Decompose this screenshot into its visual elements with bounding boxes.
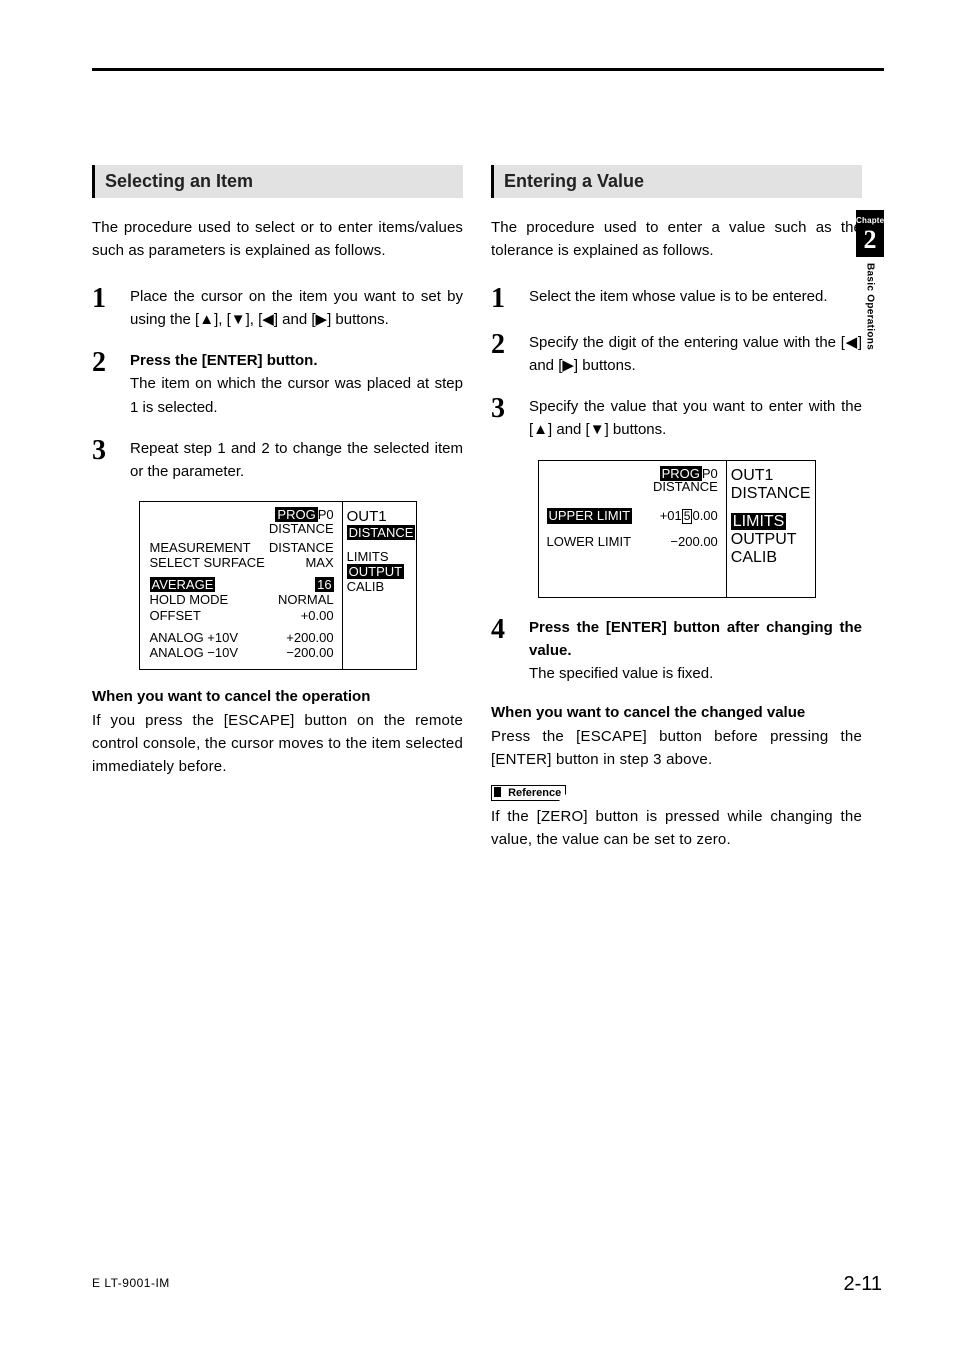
lower-limit-label: LOWER LIMIT bbox=[547, 534, 632, 549]
side-limits: LIMITS bbox=[731, 513, 787, 530]
chapter-title: Basic Operations bbox=[865, 263, 876, 350]
section-title-selecting: Selecting an Item bbox=[92, 165, 463, 198]
step-number: 2 bbox=[491, 331, 519, 359]
right-cancel-body: Press the [ESCAPE] button before pressin… bbox=[491, 725, 862, 772]
figure-menu-screen: PROGP0 DISTANCE MEASUREMENTDISTANCE SELE… bbox=[139, 501, 417, 669]
left-column: Selecting an Item The procedure used to … bbox=[92, 165, 463, 852]
left-step-2: 2 Press the [ENTER] button. The item on … bbox=[92, 349, 463, 419]
right-cancel-head: When you want to cancel the changed valu… bbox=[491, 704, 862, 721]
left-step-1: 1 Place the cursor on the item you want … bbox=[92, 285, 463, 332]
step-text: Place the cursor on the item you want to… bbox=[130, 285, 463, 332]
side-limits: LIMITS bbox=[347, 550, 421, 565]
side-output: OUTPUT bbox=[731, 531, 811, 549]
step-number: 1 bbox=[491, 285, 519, 313]
cursor-average: AVERAGE bbox=[150, 577, 216, 592]
step-text: Specify the value that you want to enter… bbox=[529, 395, 862, 442]
left-intro: The procedure used to select or to enter… bbox=[92, 216, 463, 263]
side-calib: CALIB bbox=[731, 549, 811, 567]
prog-mode: DISTANCE bbox=[653, 479, 718, 494]
figure-value-screen: PROGP0 DISTANCE UPPER LIMIT +0150.00 LOW… bbox=[538, 460, 816, 598]
upper-limit-label: UPPER LIMIT bbox=[547, 508, 633, 524]
right-column: Entering a Value The procedure used to e… bbox=[491, 165, 862, 852]
upper-limit-value: +0150.00 bbox=[660, 508, 718, 524]
step-text: Specify the digit of the entering value … bbox=[529, 331, 862, 378]
left-cancel-body: If you press the [ESCAPE] button on the … bbox=[92, 709, 463, 779]
reference-body: If the [ZERO] button is pressed while ch… bbox=[491, 805, 862, 852]
left-cancel-head: When you want to cancel the operation bbox=[92, 688, 463, 705]
footer-doc-id: E LT-9001-IM bbox=[92, 1276, 170, 1290]
side-distance: DISTANCE bbox=[731, 485, 811, 503]
cursor-average-val: 16 bbox=[315, 577, 333, 592]
step-number: 3 bbox=[92, 437, 120, 465]
left-step-3: 3 Repeat step 1 and 2 to change the sele… bbox=[92, 437, 463, 484]
side-distance: DISTANCE bbox=[347, 525, 416, 540]
prog-mode: DISTANCE bbox=[269, 521, 334, 536]
step-number: 4 bbox=[491, 616, 519, 644]
step-text: Select the item whose value is to be ent… bbox=[529, 285, 862, 308]
top-rule bbox=[92, 68, 884, 71]
right-intro: The procedure used to enter a value such… bbox=[491, 216, 862, 263]
step-number: 1 bbox=[92, 285, 120, 313]
side-out1: OUT1 bbox=[731, 467, 811, 485]
lower-limit-value: −200.00 bbox=[670, 534, 717, 549]
section-title-entering: Entering a Value bbox=[491, 165, 862, 198]
step-text: Press the [ENTER] button. The item on wh… bbox=[130, 349, 463, 419]
right-step-2: 2 Specify the digit of the entering valu… bbox=[491, 331, 862, 378]
right-step-1: 1 Select the item whose value is to be e… bbox=[491, 285, 862, 313]
editing-digit: 5 bbox=[682, 509, 693, 524]
step-number: 2 bbox=[92, 349, 120, 377]
side-output: OUTPUT bbox=[347, 564, 404, 579]
right-step-3: 3 Specify the value that you want to ent… bbox=[491, 395, 862, 442]
reference-badge: Reference bbox=[491, 785, 566, 801]
footer-page-number: 2-11 bbox=[843, 1273, 882, 1296]
step-text: Repeat step 1 and 2 to change the select… bbox=[130, 437, 463, 484]
right-step-4: 4 Press the [ENTER] button after changin… bbox=[491, 616, 862, 686]
side-out1: OUT1 bbox=[347, 508, 421, 525]
step-text: Press the [ENTER] button after changing … bbox=[529, 616, 862, 686]
side-calib: CALIB bbox=[347, 580, 421, 595]
step-number: 3 bbox=[491, 395, 519, 423]
